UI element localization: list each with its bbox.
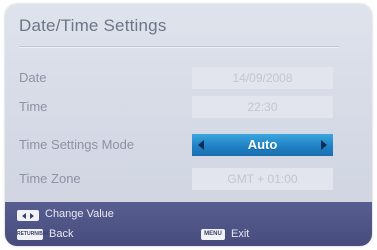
help-footer: Change Value RETURN/BACK Back MENU Exit <box>5 202 372 246</box>
key-arrow-right-icon <box>30 213 34 219</box>
triangle-left-icon[interactable] <box>198 140 204 150</box>
setting-label-time-zone: Time Zone <box>19 171 81 186</box>
date-time-settings-panel: Date/Time Settings Date 14/09/2008 Time … <box>5 4 372 246</box>
setting-row-date[interactable]: Date 14/09/2008 <box>5 67 372 89</box>
setting-label-time-settings-mode: Time Settings Mode <box>19 137 135 152</box>
time-settings-mode-value: Auto <box>247 137 278 152</box>
setting-row-time-zone[interactable]: Time Zone GMT + 01:00 <box>5 168 372 190</box>
screen: Date/Time Settings Date 14/09/2008 Time … <box>0 0 377 250</box>
setting-value-date[interactable]: 14/09/2008 <box>192 67 333 89</box>
setting-value-date-text: 14/09/2008 <box>232 71 293 85</box>
menu-key-icon: MENU <box>201 229 225 240</box>
setting-row-time[interactable]: Time 22:30 <box>5 96 372 118</box>
setting-label-time: Time <box>19 99 48 114</box>
setting-value-time-zone[interactable]: GMT + 01:00 <box>192 168 333 190</box>
setting-label-date: Date <box>19 70 47 85</box>
setting-value-time-text: 22:30 <box>247 100 278 114</box>
setting-value-time[interactable]: 22:30 <box>192 96 333 118</box>
time-settings-mode-selector[interactable]: Auto <box>192 134 333 156</box>
back-hint: Back <box>49 228 74 240</box>
triangle-right-icon[interactable] <box>321 140 327 150</box>
back-key-icon: RETURN/BACK <box>17 229 54 240</box>
change-value-hint: Change Value <box>45 208 114 220</box>
exit-hint: Exit <box>231 228 250 240</box>
left-right-arrows-icon <box>17 210 39 221</box>
title-divider <box>19 46 339 48</box>
page-title: Date/Time Settings <box>19 16 167 35</box>
setting-value-time-zone-text: GMT + 01:00 <box>227 172 298 186</box>
key-arrow-left-icon <box>22 213 26 219</box>
setting-row-time-settings-mode[interactable]: Time Settings Mode Auto <box>5 134 372 156</box>
